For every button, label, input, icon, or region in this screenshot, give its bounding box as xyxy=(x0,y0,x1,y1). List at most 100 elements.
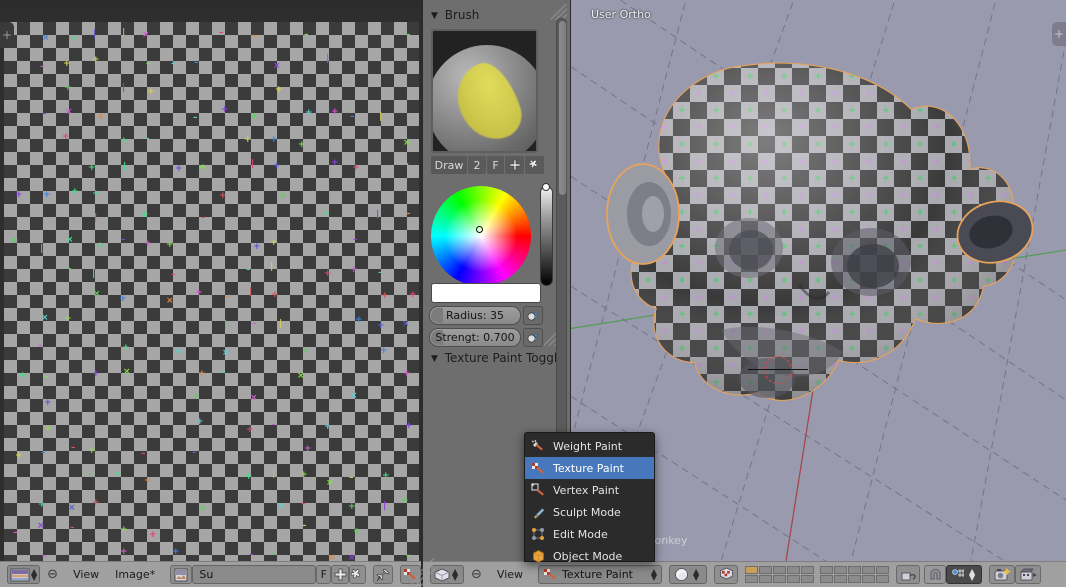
viewport-shading-selector[interactable]: ▲ ▼ xyxy=(669,565,708,584)
view3d-header[interactable]: ▲ ▼ ⊖ View Texture Paint ▲ ▼ ▲ ▼ ▲ ▼ xyxy=(419,558,1066,587)
layer-cell[interactable] xyxy=(862,575,876,583)
value-slider[interactable] xyxy=(540,186,553,286)
spinner-arrows-icon[interactable]: ▲ ▼ xyxy=(969,567,975,581)
layer-cell[interactable] xyxy=(834,566,848,574)
uv-test-mark: + xyxy=(221,105,229,115)
spinner-arrows-icon[interactable]: ▲ ▼ xyxy=(693,567,699,581)
unlink-image-button[interactable] xyxy=(348,565,366,584)
brush-color-swatch[interactable] xyxy=(431,283,541,303)
snap-toggle-button[interactable] xyxy=(924,565,947,584)
brush-unlink-button[interactable] xyxy=(525,155,544,174)
layer-cell[interactable] xyxy=(848,566,862,574)
strength-slider[interactable]: Strengt: 0.700 xyxy=(429,328,521,347)
collapse-header-minus-icon[interactable]: ⊖ xyxy=(47,567,58,582)
toolbar-expand-plus-tab[interactable]: + xyxy=(0,22,14,48)
spinner-arrows-icon[interactable]: ▲ ▼ xyxy=(651,567,657,581)
image-name-field[interactable]: Su xyxy=(192,565,316,584)
uv-image-editor-area[interactable]: × + | | × – – – – – + + – – – × | + | + + – × + – + + + + – | + + – + + + × + |… xyxy=(0,0,421,561)
value-slider-knob[interactable] xyxy=(542,183,550,191)
brush-name-field[interactable]: Draw xyxy=(431,155,467,174)
panel-header-texture-paint-toggle[interactable]: ▼ Texture Paint Toggl xyxy=(431,351,557,365)
layer-lock-button[interactable] xyxy=(896,565,921,584)
scrollbar-thumb[interactable] xyxy=(558,20,567,196)
layer-cell[interactable] xyxy=(876,566,890,574)
layer-cell[interactable] xyxy=(876,575,890,583)
uv-test-mark: + xyxy=(64,83,72,93)
paint-brush-cursor-icon xyxy=(764,356,792,384)
layer-cell[interactable] xyxy=(801,566,815,574)
uv-test-mark: × xyxy=(348,553,356,562)
texture-solid-toggle-button[interactable] xyxy=(714,565,739,584)
uv-test-mark: × xyxy=(350,391,358,401)
brush-new-button[interactable] xyxy=(505,155,524,174)
layer-cell[interactable] xyxy=(759,575,773,583)
uv-test-mark: – xyxy=(350,112,355,122)
image-editor-header[interactable]: ▲ ▼ ⊖ View Image* Su F xyxy=(0,561,423,587)
layer-cell[interactable] xyxy=(787,566,801,574)
spinner-arrows-icon[interactable]: ▲ ▼ xyxy=(31,567,37,581)
brush-fake-user-button[interactable]: F xyxy=(487,155,504,174)
menu-item-object-mode[interactable]: Object Mode xyxy=(525,545,654,567)
uv-test-mark: + xyxy=(275,85,283,95)
color-wheel[interactable] xyxy=(431,186,531,286)
layer-cell[interactable] xyxy=(745,575,759,583)
uv-test-mark: + xyxy=(246,425,254,435)
layer-grid-group-1[interactable] xyxy=(745,566,815,583)
weight-paint-icon xyxy=(531,439,546,454)
uv-test-mark: × xyxy=(402,319,410,329)
layer-cell[interactable] xyxy=(801,575,815,583)
strength-animate-button[interactable] xyxy=(523,328,543,347)
uv-test-mark: + xyxy=(120,547,128,557)
interaction-mode-menu[interactable]: Weight Paint Texture Paint Vertex Paint … xyxy=(524,432,655,563)
layer-cell[interactable] xyxy=(773,566,787,574)
menu-view[interactable]: View xyxy=(65,565,107,585)
color-wheel-cursor[interactable] xyxy=(476,226,483,233)
uv-test-mark: + xyxy=(175,164,183,174)
uv-test-mark: – xyxy=(71,443,76,453)
layer-cell[interactable] xyxy=(820,575,834,583)
uv-test-mark: | xyxy=(272,469,276,479)
menu-view[interactable]: View xyxy=(489,565,531,585)
snap-element-selector[interactable]: ▲ ▼ xyxy=(946,565,983,584)
layer-cell[interactable] xyxy=(834,575,848,583)
properties-region-expand-plus-tab[interactable]: + xyxy=(1052,22,1066,46)
texture-paint-mode-button[interactable] xyxy=(400,565,421,584)
menu-item-edit-mode[interactable]: Edit Mode xyxy=(525,523,654,545)
layer-cell[interactable] xyxy=(820,566,834,574)
radius-animate-button[interactable] xyxy=(523,306,543,325)
menu-item-sculpt-mode[interactable]: Sculpt Mode xyxy=(525,501,654,523)
layer-cell[interactable] xyxy=(773,575,787,583)
menu-item-label: Object Mode xyxy=(553,549,623,563)
collapse-header-minus-icon[interactable]: ⊖ xyxy=(471,567,482,582)
layer-cell[interactable] xyxy=(848,575,862,583)
menu-item-texture-paint[interactable]: Texture Paint xyxy=(525,457,654,479)
interaction-mode-selector[interactable]: Texture Paint ▲ ▼ xyxy=(538,565,663,584)
editor-type-selector[interactable]: ▲ ▼ xyxy=(430,565,464,584)
image-datablock-icon-button[interactable] xyxy=(170,565,193,584)
layer-cell[interactable] xyxy=(759,566,773,574)
editor-type-selector[interactable]: ▲ ▼ xyxy=(7,565,41,584)
layer-cell[interactable] xyxy=(862,566,876,574)
render-image-button[interactable] xyxy=(989,565,1016,584)
radius-slider[interactable]: Radius: 35 xyxy=(429,306,521,325)
fake-user-button[interactable]: F xyxy=(315,565,332,584)
menu-image[interactable]: Image* xyxy=(107,565,163,585)
brush-users-count[interactable]: 2 xyxy=(468,155,486,174)
render-animation-button[interactable] xyxy=(1015,565,1042,584)
strength-slider-row[interactable]: Strengt: 0.700 xyxy=(429,328,543,347)
spinner-arrows-icon[interactable]: ▲ ▼ xyxy=(452,567,458,581)
menu-item-weight-paint[interactable]: Weight Paint xyxy=(525,435,654,457)
pin-image-button[interactable] xyxy=(372,565,394,584)
layer-cell[interactable] xyxy=(745,566,759,574)
image-canvas[interactable]: × + | | × – – – – – + + – – – × | + | + + – × + – + + + + – | + + – + + + × + |… xyxy=(4,22,419,561)
pin-icon xyxy=(376,568,390,581)
panel-header-brush[interactable]: ▼ Brush xyxy=(431,8,479,22)
layer-grid-group-2[interactable] xyxy=(820,566,890,583)
object-mode-icon xyxy=(531,549,546,564)
radius-slider-row[interactable]: Radius: 35 xyxy=(429,306,543,325)
brush-datablock-row[interactable]: Draw 2 F xyxy=(431,155,544,174)
new-image-button[interactable] xyxy=(331,565,349,584)
uv-test-mark: – xyxy=(42,552,47,562)
layer-cell[interactable] xyxy=(787,575,801,583)
menu-item-vertex-paint[interactable]: Vertex Paint xyxy=(525,479,654,501)
